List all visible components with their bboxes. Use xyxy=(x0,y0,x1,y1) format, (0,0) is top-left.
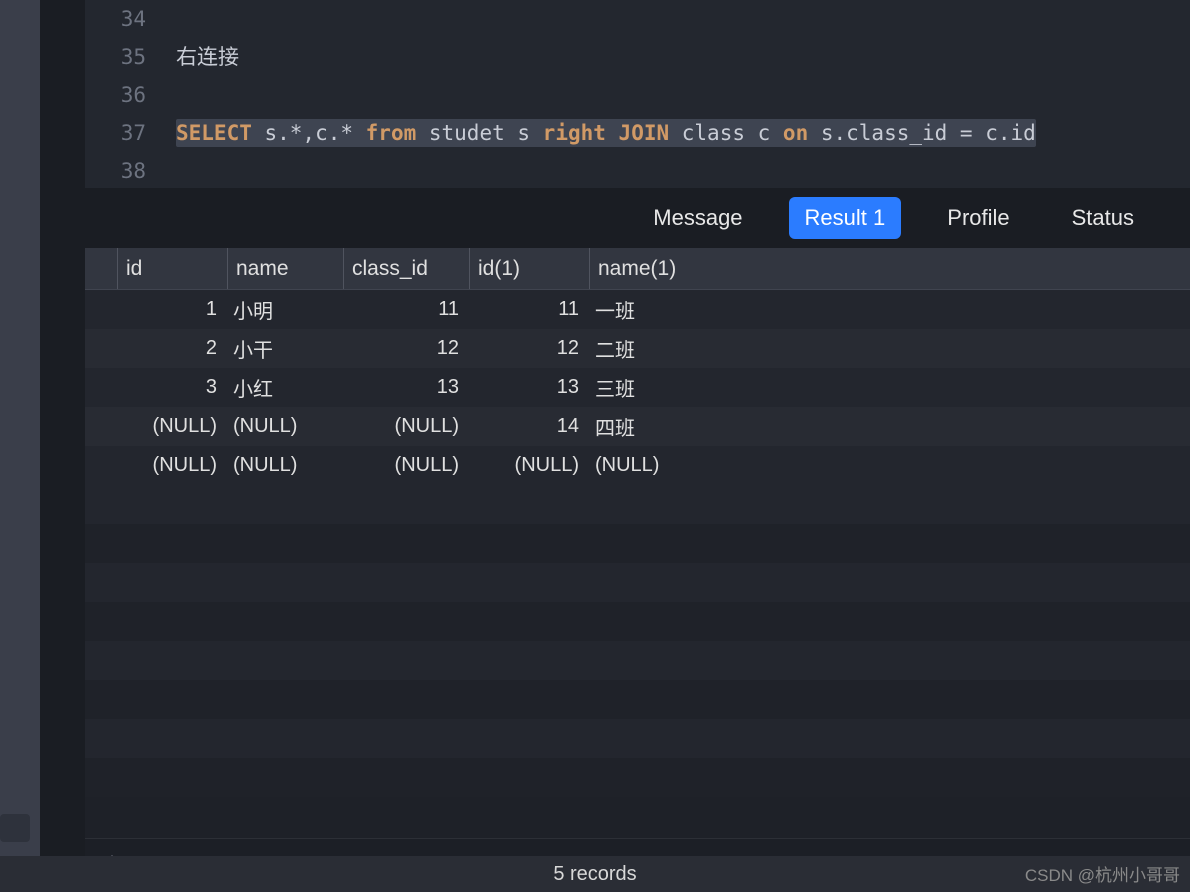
table-row-empty xyxy=(85,758,1190,797)
tab-profile[interactable]: Profile xyxy=(931,197,1025,239)
cell-name: (NULL) xyxy=(227,415,343,438)
line-number: 37 xyxy=(85,114,146,152)
tab-result[interactable]: Result 1 xyxy=(789,197,902,239)
watermark: CSDN @杭州小哥哥 xyxy=(1025,861,1180,886)
table-row-empty xyxy=(85,524,1190,563)
cell-id1: 13 xyxy=(469,376,589,399)
col-header-class-id[interactable]: class_id xyxy=(343,248,469,289)
col-header-id[interactable]: id xyxy=(117,248,227,289)
result-tabs: Message Result 1 Profile Status xyxy=(85,188,1190,248)
code-line: 右连接 xyxy=(176,38,1190,76)
table-row-empty xyxy=(85,719,1190,758)
line-number: 34 xyxy=(85,0,146,38)
table-header-row: id name class_id id(1) name(1) xyxy=(85,248,1190,290)
main-panel: 34 35 36 37 38 右连接 SELECT s.*,c.* from s… xyxy=(85,0,1190,892)
activity-bar xyxy=(0,0,40,892)
table-row[interactable]: 3 小红 13 13 三班 xyxy=(85,368,1190,407)
table-row-empty xyxy=(85,680,1190,719)
cell-class-id: (NULL) xyxy=(343,415,469,438)
records-count: 5 records xyxy=(553,863,636,886)
code-line xyxy=(176,152,1190,188)
line-number-gutter: 34 35 36 37 38 xyxy=(85,0,160,188)
code-line: SELECT s.*,c.* from studet s right JOIN … xyxy=(176,114,1190,152)
cell-id1: 12 xyxy=(469,337,589,360)
cell-id: (NULL) xyxy=(117,454,227,477)
cell-id1: 14 xyxy=(469,415,589,438)
sql-statement-highlight: SELECT s.*,c.* from studet s right JOIN … xyxy=(176,119,1036,147)
table-row[interactable]: 2 小干 12 12 二班 xyxy=(85,329,1190,368)
cell-name1: 四班 xyxy=(589,412,789,441)
cell-id1: 11 xyxy=(469,298,589,321)
table-row-empty xyxy=(85,563,1190,602)
table-row[interactable]: (NULL) (NULL) (NULL) (NULL) (NULL) xyxy=(85,446,1190,485)
table-body: 1 小明 11 11 一班 2 小干 12 12 二班 3 小红 13 13 三… xyxy=(85,290,1190,797)
cell-name: 小红 xyxy=(227,373,343,402)
line-number: 38 xyxy=(85,152,146,188)
cell-class-id: (NULL) xyxy=(343,454,469,477)
cell-name1: (NULL) xyxy=(589,454,789,477)
records-bar: 5 records xyxy=(0,856,1190,892)
cell-id: (NULL) xyxy=(117,415,227,438)
table-row-empty xyxy=(85,485,1190,524)
result-grid[interactable]: id name class_id id(1) name(1) 1 小明 11 1… xyxy=(85,248,1190,838)
col-header-name1[interactable]: name(1) xyxy=(589,248,789,289)
cell-class-id: 12 xyxy=(343,337,469,360)
cell-name1: 一班 xyxy=(589,295,789,324)
activity-bar-item[interactable] xyxy=(0,814,30,842)
cell-class-id: 11 xyxy=(343,298,469,321)
header-row-gutter xyxy=(85,248,117,289)
comment-text: 右连接 xyxy=(176,45,239,69)
table-row[interactable]: 1 小明 11 11 一班 xyxy=(85,290,1190,329)
tab-status[interactable]: Status xyxy=(1056,197,1150,239)
cell-id1: (NULL) xyxy=(469,454,589,477)
cell-id: 1 xyxy=(117,298,227,321)
cell-name: 小明 xyxy=(227,295,343,324)
line-number: 36 xyxy=(85,76,146,114)
cell-name1: 三班 xyxy=(589,373,789,402)
cell-name1: 二班 xyxy=(589,334,789,363)
col-header-id1[interactable]: id(1) xyxy=(469,248,589,289)
code-line xyxy=(176,0,1190,38)
table-row-empty xyxy=(85,602,1190,641)
cell-name: 小干 xyxy=(227,334,343,363)
col-header-name[interactable]: name xyxy=(227,248,343,289)
line-number: 35 xyxy=(85,38,146,76)
cell-id: 2 xyxy=(117,337,227,360)
cell-name: (NULL) xyxy=(227,454,343,477)
cell-id: 3 xyxy=(117,376,227,399)
code-line xyxy=(176,76,1190,114)
table-row[interactable]: (NULL) (NULL) (NULL) 14 四班 xyxy=(85,407,1190,446)
code-area[interactable]: 右连接 SELECT s.*,c.* from studet s right J… xyxy=(160,0,1190,188)
tab-message[interactable]: Message xyxy=(637,197,758,239)
table-row-empty xyxy=(85,641,1190,680)
cell-class-id: 13 xyxy=(343,376,469,399)
sql-editor[interactable]: 34 35 36 37 38 右连接 SELECT s.*,c.* from s… xyxy=(85,0,1190,188)
